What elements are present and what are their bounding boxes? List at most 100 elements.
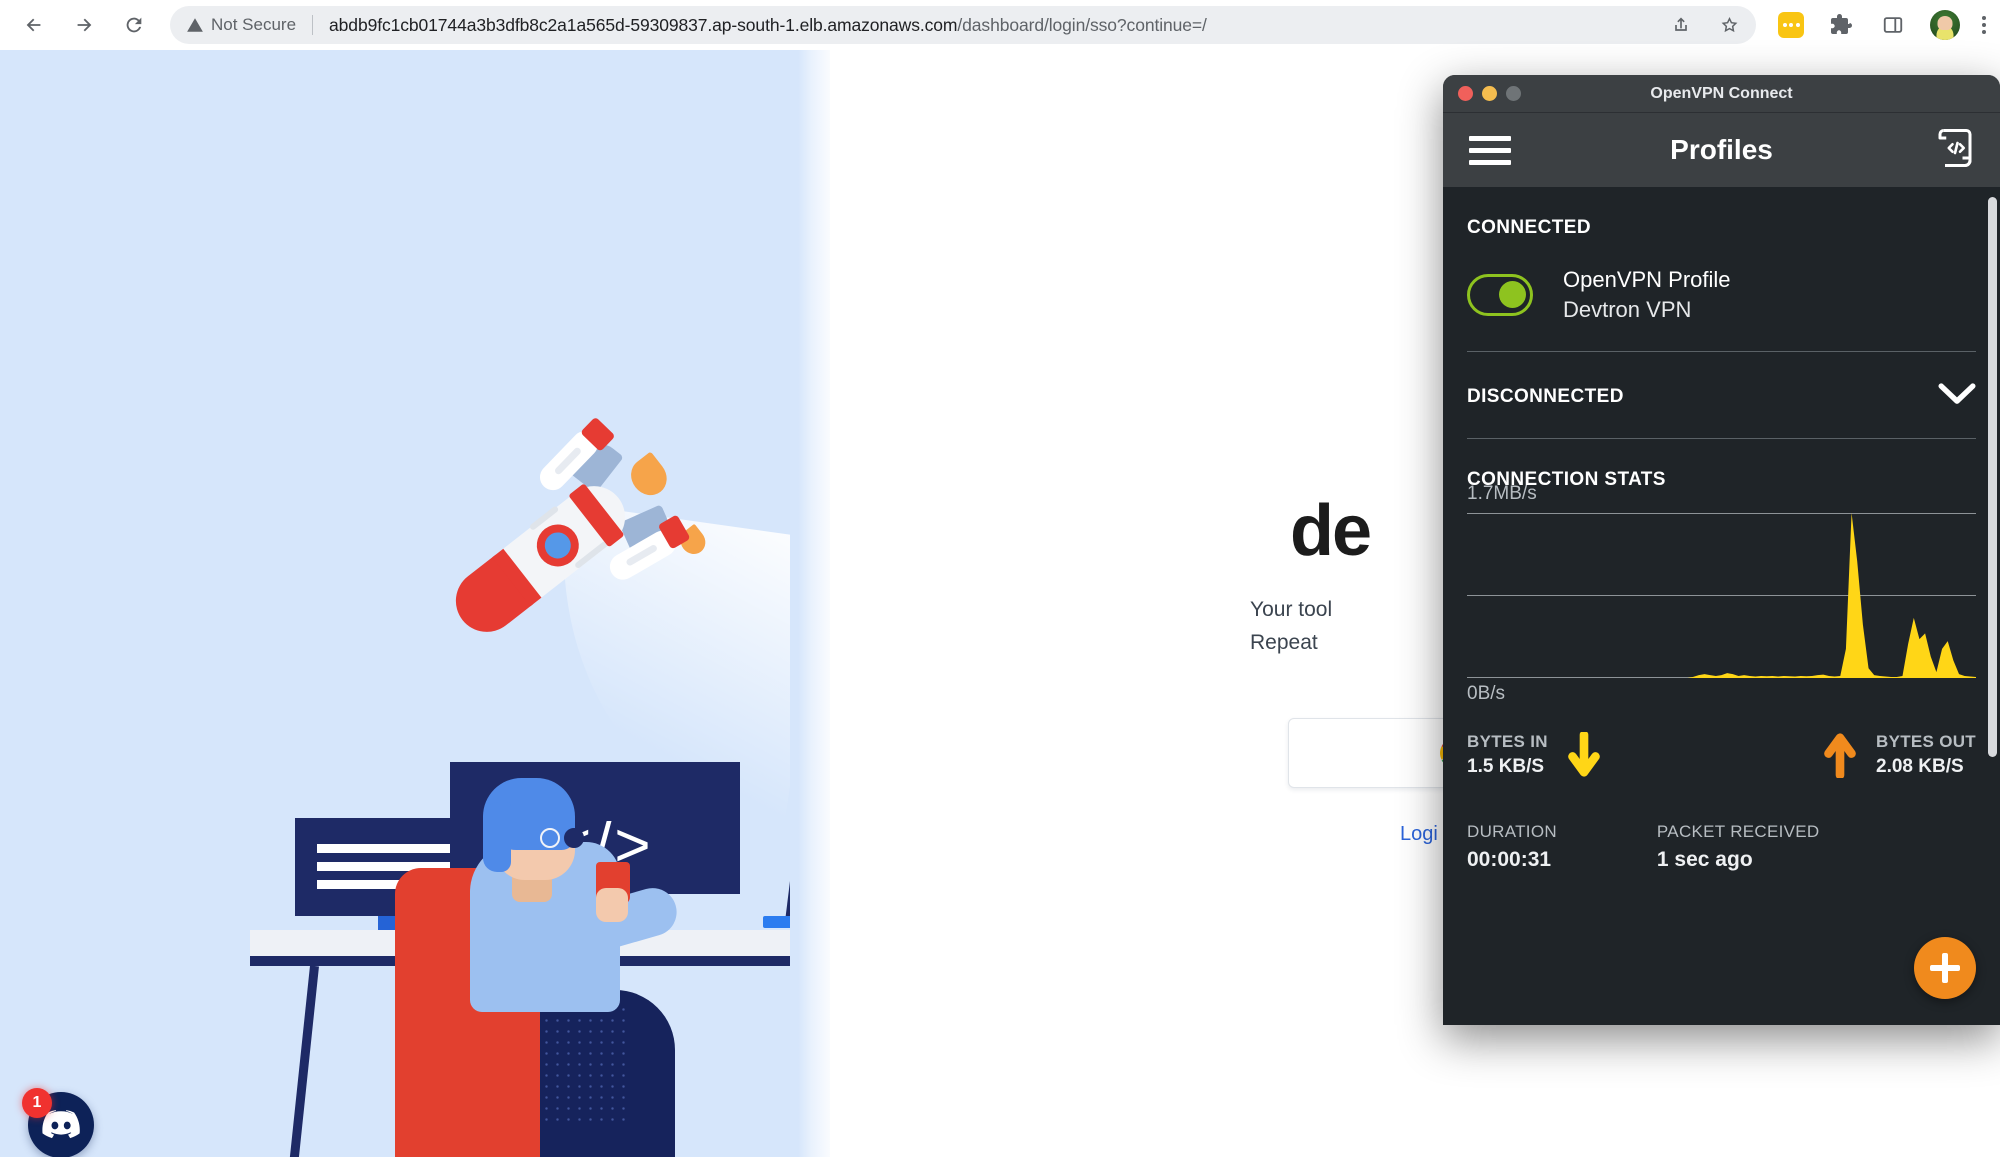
side-panel-button[interactable] [1878, 10, 1908, 40]
sso-login-link[interactable]: Logi [1400, 823, 1438, 846]
hamburger-line [1469, 159, 1511, 165]
chevron-down-icon [1938, 383, 1976, 405]
profile-subtitle: Devtron VPN [1563, 296, 1692, 322]
profile-row: OpenVPN Profile Devtron VPN [1467, 265, 1976, 324]
arrow-down-icon [1568, 732, 1600, 777]
address-bar[interactable]: Not Secure abdb9fc1cb01744a3b3dfb8c2a1a5… [170, 6, 1756, 44]
profile-toggle[interactable] [1467, 273, 1533, 316]
share-button[interactable] [1666, 10, 1696, 40]
chart-area-series [1467, 513, 1976, 679]
duration-value: 00:00:31 [1467, 848, 1552, 872]
profile-avatar[interactable] [1930, 10, 1960, 40]
connection-stats-section: CONNECTION STATS 1.7MB/s 0B/s BYTES IN 1… [1467, 439, 1976, 872]
browser-toolbar: Not Secure abdb9fc1cb01744a3b3dfb8c2a1a5… [0, 0, 2000, 50]
bookmark-button[interactable] [1714, 10, 1744, 40]
reload-button[interactable] [112, 3, 156, 47]
bytes-in-text: BYTES IN 1.5 KB/S [1467, 732, 1548, 778]
person-hand [596, 888, 628, 922]
hamburger-line [1469, 135, 1511, 141]
discord-icon [42, 1110, 80, 1139]
packet-received-value: 1 sec ago [1656, 848, 1753, 872]
add-profile-button[interactable] [1914, 937, 1976, 999]
chart-series-path [1467, 513, 1976, 679]
extensions-button[interactable] [1826, 10, 1856, 40]
reload-icon [126, 17, 142, 33]
url-text: abdb9fc1cb01744a3b3dfb8c2a1a565d-5930983… [329, 15, 1207, 36]
bytes-out-value: 2.08 KB/S [1876, 756, 1964, 778]
forward-button[interactable] [62, 3, 106, 47]
vpn-window-title: OpenVPN Connect [1650, 84, 1793, 102]
navigation-buttons [0, 3, 156, 47]
discord-notification-badge: 1 [22, 1088, 52, 1118]
throughput-chart: 1.7MB/s 0B/s [1467, 483, 1976, 704]
browser-menu-button[interactable] [1982, 16, 1986, 34]
url-path: /dashboard/login/sso?continue=/ [957, 14, 1207, 35]
profile-info: OpenVPN Profile Devtron VPN [1563, 265, 1731, 324]
bytes-in-label: BYTES IN [1467, 732, 1548, 752]
chart-ytick-min: 0B/s [1467, 683, 1506, 705]
connection-stats-label: CONNECTION STATS [1467, 469, 1666, 491]
glasses-lens [540, 828, 560, 848]
security-label: Not Secure [211, 15, 297, 34]
kebab-dot [1982, 16, 1986, 20]
connected-label: CONNECTED [1467, 217, 1591, 238]
kebab-dot [1982, 23, 1986, 27]
tagline-line-2: Repeat [1250, 631, 1318, 654]
bytes-out-label: BYTES OUT [1876, 732, 1976, 752]
vpn-titlebar: OpenVPN Connect [1443, 75, 2000, 113]
packet-received-label: PACKET RECEIVED [1656, 822, 1820, 842]
browser-extensions [1756, 10, 2000, 40]
import-profile-button[interactable] [1936, 128, 1974, 173]
hamburger-menu-icon[interactable] [1469, 135, 1511, 165]
hamburger-line [1469, 147, 1511, 153]
omnibox-divider [312, 15, 314, 35]
side-panel-icon [1883, 17, 1903, 33]
url-host: abdb9fc1cb01744a3b3dfb8c2a1a565d-5930983… [329, 14, 958, 35]
extension-dot [1782, 23, 1787, 27]
disconnected-section[interactable]: DISCONNECTED [1467, 352, 1976, 411]
tagline-line-1: Your tool [1250, 598, 1333, 621]
kebab-dot [1982, 30, 1986, 34]
text-line [317, 844, 467, 853]
desk-leg [288, 965, 319, 1157]
bytes-in-block: BYTES IN 1.5 KB/S [1467, 732, 1602, 778]
page-title: de [1290, 491, 1372, 571]
extension-yellow-button[interactable] [1778, 12, 1804, 38]
connected-section: CONNECTED OpenVPN Profile Devtron VPN [1467, 187, 1976, 353]
duration-block: DURATION 00:00:31 [1467, 822, 1557, 872]
panel-fade-bands [790, 50, 830, 1157]
disconnected-label: DISCONNECTED [1467, 385, 1624, 407]
person-hair-side [483, 802, 511, 872]
person-glasses [540, 828, 588, 850]
omnibox-actions [1666, 10, 1744, 40]
bytes-in-value: 1.5 KB/S [1467, 756, 1545, 778]
illustration-panel: </> [0, 50, 830, 1157]
packet-block: PACKET RECEIVED 1 sec ago [1657, 822, 1820, 872]
star-icon [1721, 16, 1737, 32]
profile-toggle-knob [1499, 280, 1526, 308]
import-profile-icon [1938, 128, 1972, 167]
forward-arrow-icon [77, 18, 92, 32]
openvpn-connect-window: OpenVPN Connect Profiles CONNECTED OpenV… [1443, 75, 2000, 1025]
security-indicator[interactable]: Not Secure [186, 15, 296, 35]
duration-row: DURATION 00:00:31 PACKET RECEIVED 1 sec … [1467, 822, 1976, 872]
rocket-flame [623, 451, 674, 503]
vpn-content: CONNECTED OpenVPN Profile Devtron VPN DI… [1443, 187, 2000, 1025]
bytes-row: BYTES IN 1.5 KB/S BYTES OUT 2.08 KB/S [1467, 732, 1976, 779]
vpn-appbar-title: Profiles [1670, 134, 1773, 165]
extension-dot [1789, 23, 1793, 27]
chart-ytick-max: 1.7MB/s [1467, 483, 1537, 505]
glasses-lens [564, 828, 584, 848]
puzzle-piece-icon [1831, 14, 1852, 34]
back-button[interactable] [12, 3, 56, 47]
back-arrow-icon [26, 18, 41, 32]
add-icon-vertical [1942, 953, 1948, 983]
arrow-up-icon [1824, 733, 1856, 779]
vpn-scrollbar[interactable] [1988, 197, 1997, 757]
vpn-appbar: Profiles [1443, 113, 2000, 187]
disconnected-expand-button[interactable] [1938, 382, 1976, 411]
extension-dot [1795, 23, 1800, 27]
duration-label: DURATION [1467, 822, 1557, 842]
warning-triangle-icon [187, 18, 203, 32]
share-icon [1675, 17, 1687, 31]
